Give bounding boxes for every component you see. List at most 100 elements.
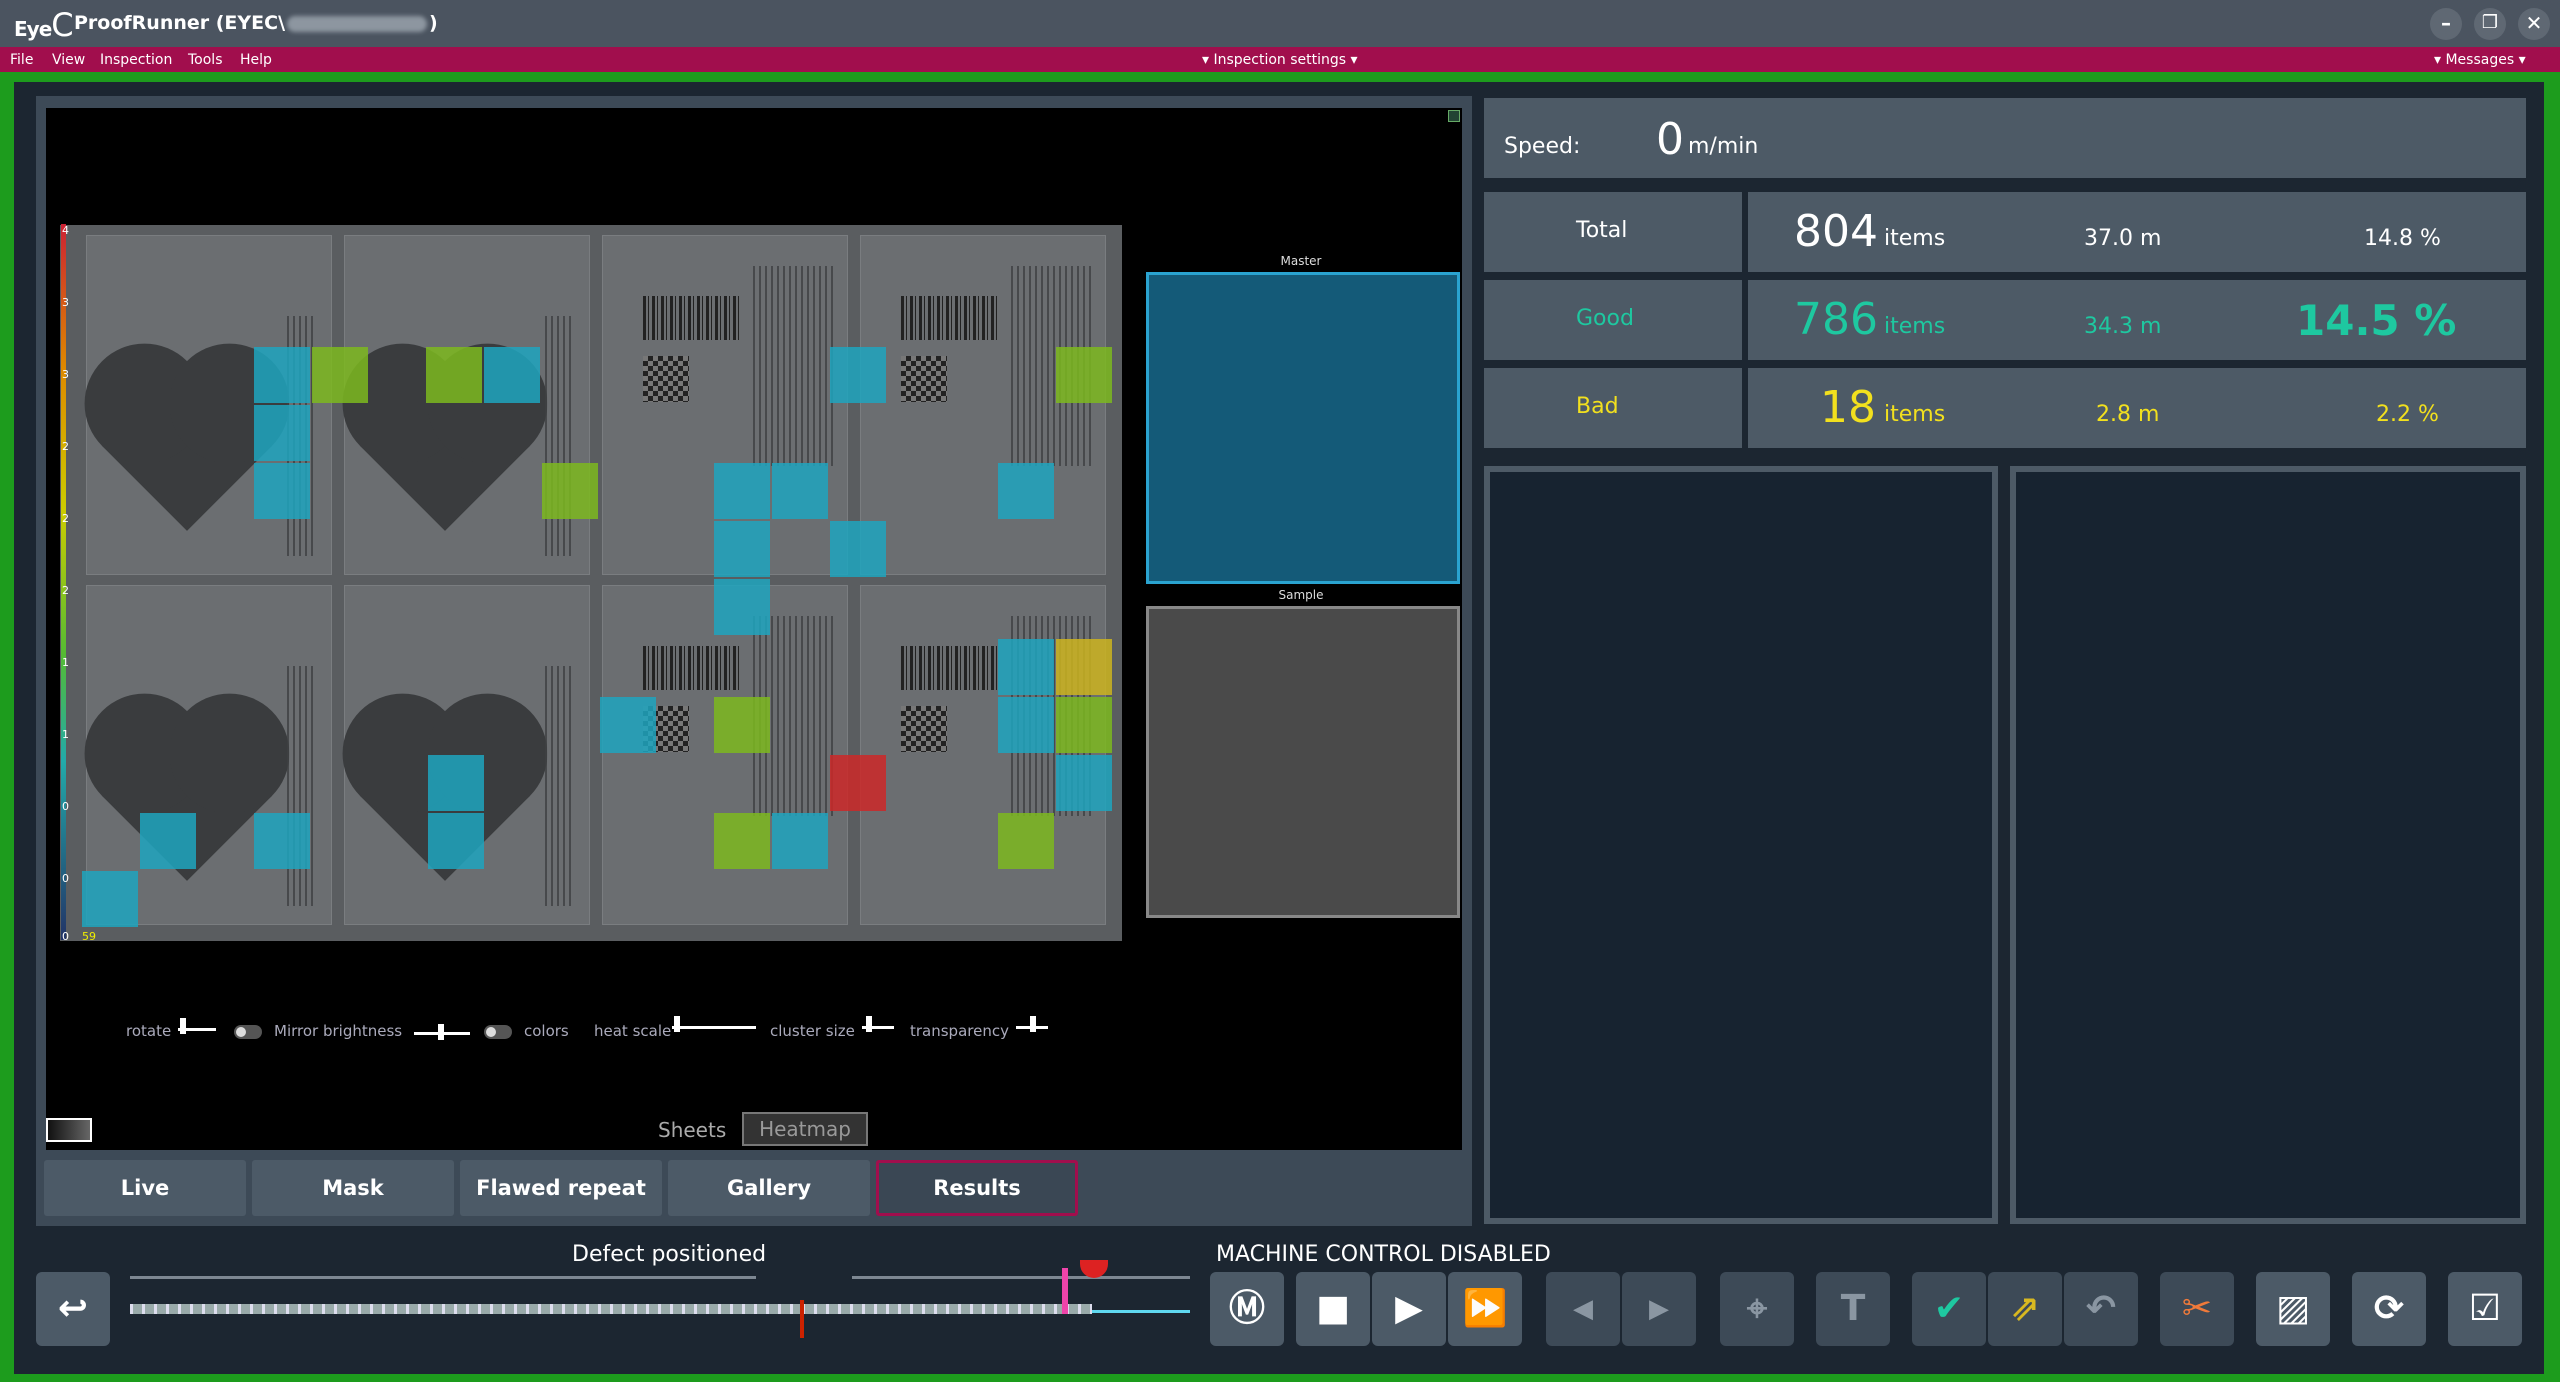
tab-gallery[interactable]: Gallery [668, 1160, 870, 1216]
eyec-logo: EyeC [14, 6, 74, 44]
expand-icon[interactable] [1448, 110, 1460, 122]
bad-percent: 2.2 % [2376, 402, 2439, 427]
label-sheet [860, 235, 1106, 575]
tab-live[interactable]: Live [44, 1160, 246, 1216]
transparency-slider-knob[interactable] [1030, 1016, 1036, 1032]
current-position-marker[interactable] [800, 1300, 804, 1338]
scale-label: 2 [62, 440, 69, 453]
cluster-size-slider-knob[interactable] [866, 1016, 872, 1032]
heat-scale-slider[interactable] [672, 1026, 756, 1029]
scale-count: 59 [82, 930, 96, 943]
qr-code-graphic [643, 356, 689, 402]
results-chart-left [1484, 466, 1998, 1224]
good-percent: 14.5 % [2296, 296, 2457, 345]
refresh-icon[interactable]: ⟳ [2352, 1272, 2426, 1346]
total-count: 804 [1794, 206, 1878, 257]
timeline[interactable] [130, 1304, 1092, 1314]
menu-tools[interactable]: Tools [188, 52, 223, 68]
total-label: Total [1576, 218, 1628, 243]
rotate-slider-knob[interactable] [180, 1018, 186, 1034]
qr-code-graphic [901, 356, 947, 402]
heat-cell [714, 813, 770, 869]
heat-scale-slider-knob[interactable] [674, 1016, 680, 1032]
menu-bar: File View Inspection Tools Help ▾ Inspec… [0, 47, 2560, 72]
heat-cell [772, 813, 828, 869]
menu-view[interactable]: View [52, 52, 85, 68]
colors-label: colors [524, 1022, 569, 1040]
next-icon[interactable]: ▶ [1622, 1272, 1696, 1346]
clipboard-icon[interactable]: ☑ [2448, 1272, 2522, 1346]
undo-icon[interactable]: ↶ [2064, 1272, 2138, 1346]
speed-panel: Speed: 0 m/min [1484, 98, 2526, 178]
master-label: Master [1280, 254, 1322, 268]
play-icon[interactable]: ▶ [1372, 1272, 1446, 1346]
brightness-slider-knob[interactable] [438, 1024, 444, 1040]
messages-menu[interactable]: ▾ Messages ▾ [2434, 52, 2526, 68]
heat-cell [1056, 639, 1112, 695]
heatmap-toggle[interactable]: Heatmap [742, 1112, 868, 1146]
mirror-toggle[interactable] [234, 1025, 262, 1039]
label-sheet [602, 585, 848, 925]
back-icon[interactable]: ↩ [36, 1272, 110, 1346]
scale-label: 2 [62, 512, 69, 525]
link-icon[interactable]: ⇗ [1988, 1272, 2062, 1346]
heat-cell [484, 347, 540, 403]
heat-cell [772, 463, 828, 519]
timeline-cursor-line [1092, 1310, 1190, 1313]
heat-cell [830, 755, 886, 811]
minimize-button[interactable]: – [2430, 8, 2462, 40]
tab-results[interactable]: Results [876, 1160, 1078, 1216]
heatmap-image [60, 225, 1122, 941]
blurred-username [287, 15, 428, 32]
bad-label-cell: Bad [1484, 368, 1742, 448]
scale-label: 3 [62, 368, 69, 381]
logo-text: Eye [14, 17, 52, 41]
heat-cell [312, 347, 368, 403]
rotate-label: rotate [126, 1022, 172, 1040]
sheets-toggle[interactable]: Sheets [658, 1118, 726, 1142]
cut-icon[interactable]: ✂ [2160, 1272, 2234, 1346]
good-label-cell: Good [1484, 280, 1742, 360]
heat-cell [998, 813, 1054, 869]
transparency-label: transparency [910, 1022, 1009, 1040]
scale-label: 0 [62, 930, 69, 943]
manual-mode-icon[interactable]: Ⓜ [1210, 1272, 1284, 1346]
heat-cell [1056, 755, 1112, 811]
speed-value: 0 [1656, 114, 1684, 165]
menu-file[interactable]: File [10, 52, 33, 68]
overview-toggle[interactable] [46, 1118, 92, 1142]
fast-forward-icon[interactable]: ⏩ [1448, 1272, 1522, 1346]
speed-unit: m/min [1688, 134, 1759, 159]
menu-inspection[interactable]: Inspection [100, 52, 172, 68]
heat-cell [254, 405, 310, 461]
total-length: 37.0 m [2084, 226, 2162, 251]
heat-cell [428, 813, 484, 869]
stop-icon[interactable]: ■ [1296, 1272, 1370, 1346]
scale-label: 0 [62, 872, 69, 885]
cluster-size-label: cluster size [770, 1022, 855, 1040]
target-icon[interactable]: ⌖ [1720, 1272, 1794, 1346]
close-button[interactable]: ✕ [2518, 8, 2550, 40]
check-icon[interactable]: ✔ [1912, 1272, 1986, 1346]
bad-length: 2.8 m [2096, 402, 2160, 427]
sample-thumbnail[interactable] [1146, 606, 1460, 918]
barcode-graphic [901, 646, 997, 690]
previous-icon[interactable]: ◀ [1546, 1272, 1620, 1346]
tab-flawed-repeat[interactable]: Flawed repeat [460, 1160, 662, 1216]
image-icon[interactable]: ▨ [2256, 1272, 2330, 1346]
heat-cell [998, 639, 1054, 695]
menu-help[interactable]: Help [240, 52, 272, 68]
colors-toggle[interactable] [484, 1025, 512, 1039]
position-marker [1062, 1268, 1068, 1314]
heat-scale-label: heat scale [594, 1022, 672, 1040]
qr-code-graphic [901, 706, 947, 752]
restore-button[interactable]: ❐ [2474, 8, 2506, 40]
heat-cell [1056, 697, 1112, 753]
tab-mask[interactable]: Mask [252, 1160, 454, 1216]
label-sheet [344, 235, 590, 575]
master-thumbnail[interactable] [1146, 272, 1460, 584]
heat-cell [830, 347, 886, 403]
text-icon[interactable]: T [1816, 1272, 1890, 1346]
heat-cell [714, 697, 770, 753]
inspection-settings-menu[interactable]: ▾ Inspection settings ▾ [1202, 52, 1358, 68]
